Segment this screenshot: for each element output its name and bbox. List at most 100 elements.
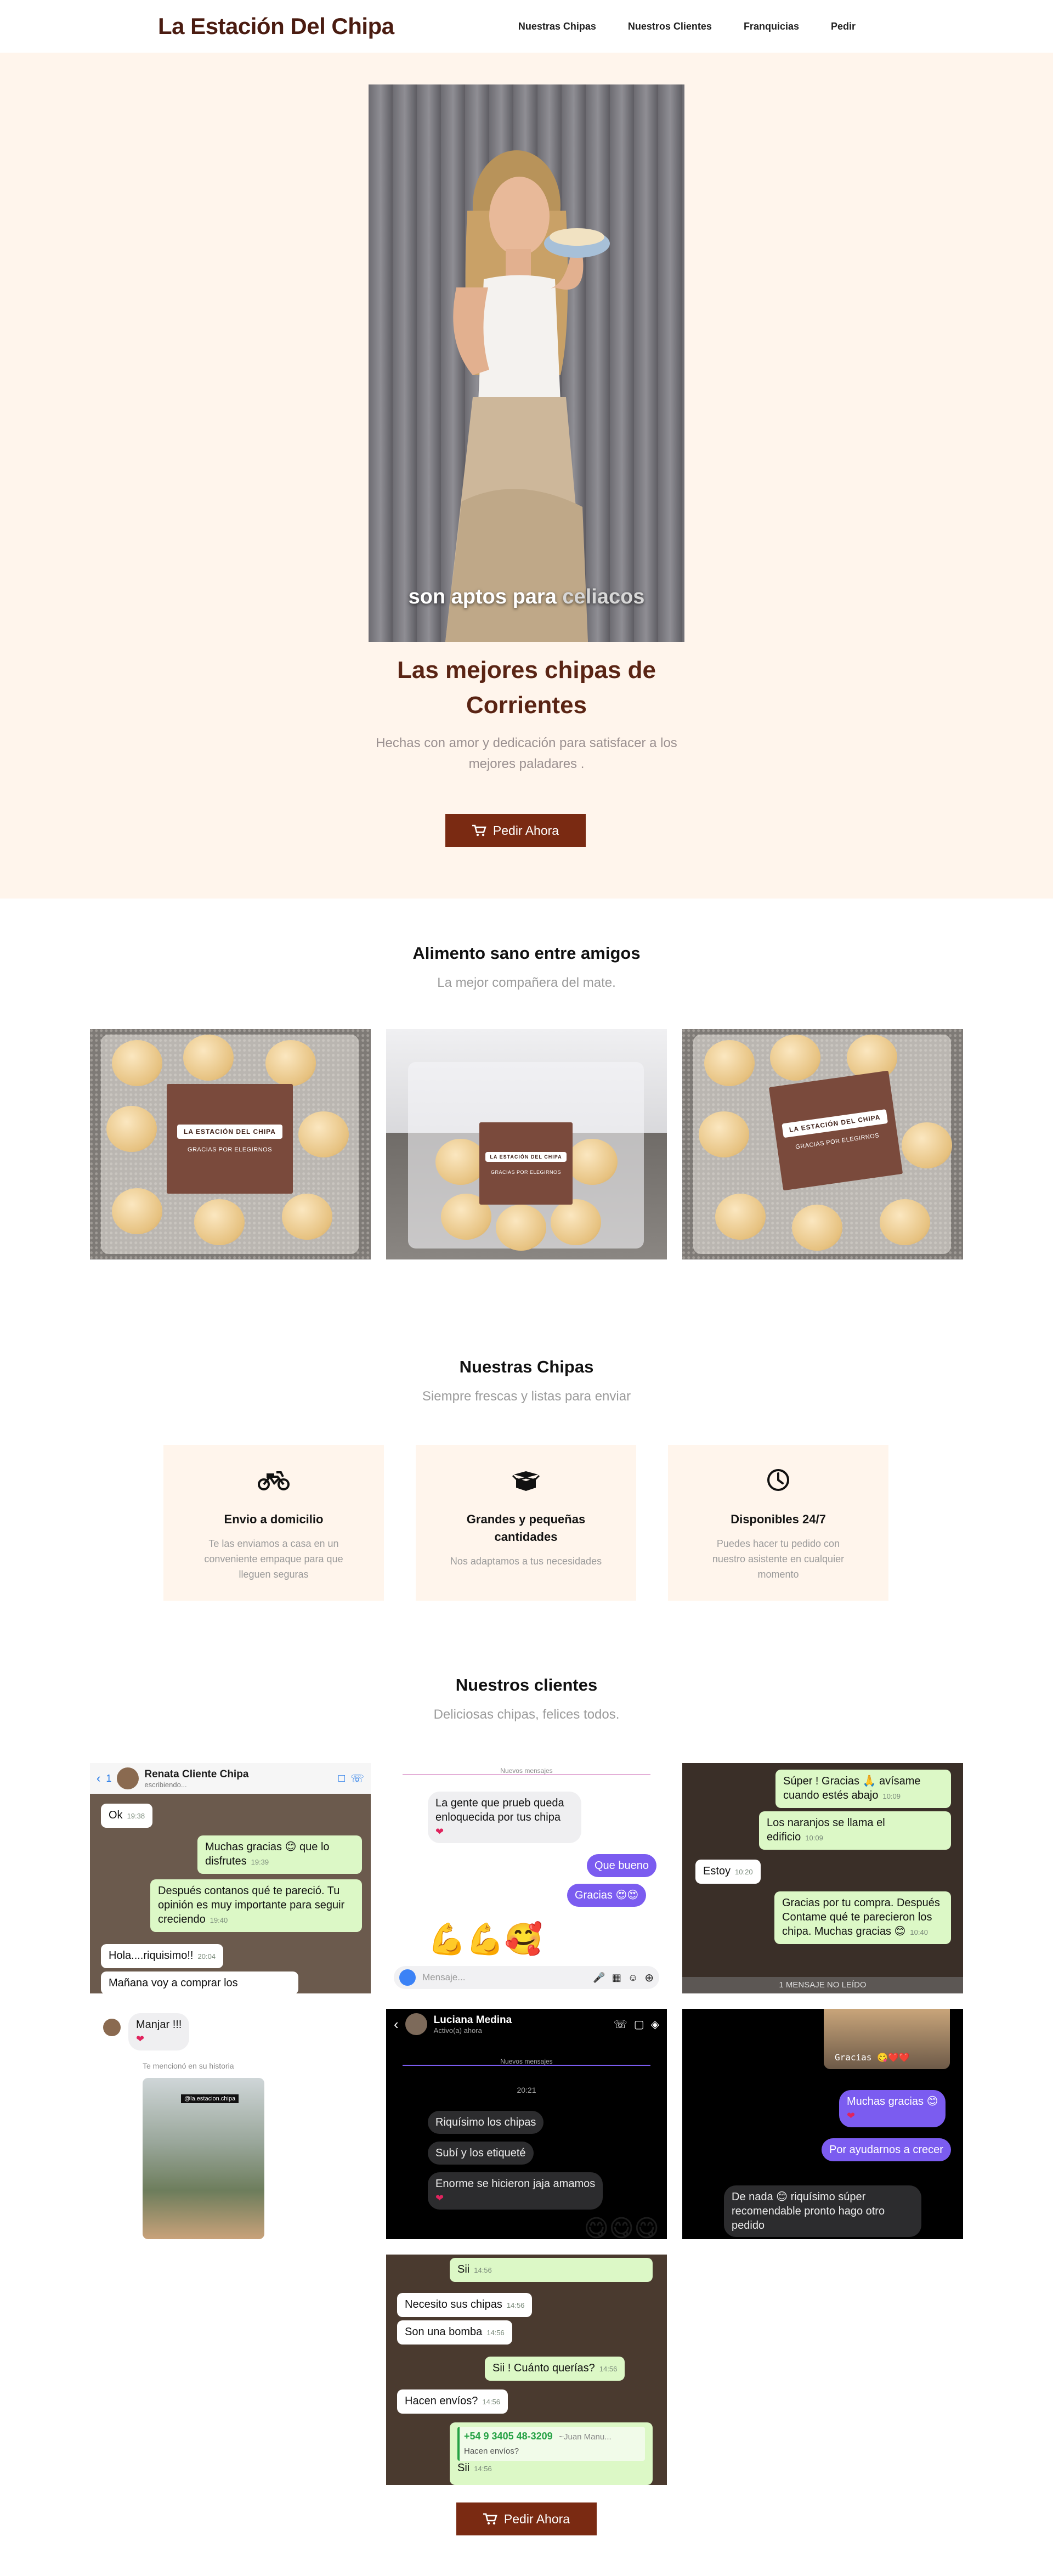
testimonial-screenshot: ‹ Luciana Medina Activo(a) ahora ☏ ▢ ◈ N… xyxy=(386,2009,667,2239)
avatar xyxy=(117,1767,139,1789)
quoted-chat-message: +54 9 3405 48-3209 ~Juan Manu... Hacen e… xyxy=(450,2422,653,2485)
microphone-icon[interactable]: 🎤 xyxy=(593,1972,605,1984)
chat-message: Gracias 😍😍 xyxy=(567,1884,647,1907)
clients-section: Nuestros clientes Deliciosas chipas, fel… xyxy=(0,1675,1053,2485)
video-call-icon: □ xyxy=(338,1772,345,1784)
chat-message: Súper ! Gracias 🙏 avísame cuando estés a… xyxy=(775,1770,951,1808)
features-subtitle: Siempre frescas y listas para enviar xyxy=(422,1389,631,1404)
message-composer[interactable]: Mensaje... 🎤 ▦ ☺ ⊕ xyxy=(394,1966,659,1989)
products-subtitle: La mejor compañera del mate. xyxy=(437,975,616,990)
clock-icon xyxy=(767,1469,789,1491)
products-title: Alimento sano entre amigos xyxy=(412,944,641,963)
hero-video[interactable]: son aptos para celiacos xyxy=(369,84,684,642)
chat-message: Estoy 10:20 xyxy=(695,1860,761,1884)
chat-message: Mañana voy a comprar los xyxy=(101,1971,298,1993)
hero-subtitle: Hechas con amor y dedicación para satisf… xyxy=(376,736,677,771)
product-label: LA ESTACIÓN DEL CHIPA GRACIAS POR ELEGIR… xyxy=(768,1070,903,1191)
motorcycle-icon xyxy=(258,1471,290,1490)
chat-message: Sii 14:56 xyxy=(450,2258,653,2282)
back-icon: ‹ xyxy=(97,1771,101,1785)
chat-message: Enorme se hicieron jaja amamos ❤ xyxy=(428,2172,603,2210)
product-photo: LA ESTACIÓN DEL CHIPA GRACIAS POR ELEGIR… xyxy=(90,1029,371,1259)
chat-message: Sii ! Cuánto querías? 14:56 xyxy=(485,2357,625,2381)
product-label: LA ESTACIÓN DEL CHIPA GRACIAS POR ELEGIR… xyxy=(479,1122,573,1205)
chat-message: Gracias por tu compra. Después Contame q… xyxy=(774,1891,951,1944)
back-icon[interactable]: ‹ xyxy=(394,2016,399,2033)
quoted-message: +54 9 3405 48-3209 ~Juan Manu... Hacen e… xyxy=(457,2427,645,2461)
testimonial-screenshot: ‹ 1 Renata Cliente Chipa escribiendo... … xyxy=(90,1763,371,1993)
new-messages-divider: Nuevos mensajes xyxy=(403,2058,650,2066)
cart-icon xyxy=(483,2513,497,2525)
chat-message: De nada 😊 riquísimo súper recomendable p… xyxy=(724,2185,921,2237)
testimonial-screenshot: Sii 14:56 Necesito sus chipas 14:56 Son un… xyxy=(386,2255,667,2485)
order-now-button-bottom[interactable]: Pedir Ahora xyxy=(456,2502,597,2535)
testimonial-screenshot: Súper ! Gracias 🙏 avísame cuando estés a… xyxy=(682,1763,963,1993)
site-header: La Estación Del Chipa Nuestras Chipas Nu… xyxy=(0,0,1053,53)
feature-cards: Envio a domicilio Te las enviamos a casa… xyxy=(163,1445,888,1601)
product-photo: LA ESTACIÓN DEL CHIPA GRACIAS POR ELEGIR… xyxy=(386,1029,667,1259)
chat-message: Los naranjos se llama el edificio 10:09 xyxy=(759,1811,951,1850)
landing-page: La Estación Del Chipa Nuestras Chipas Nu… xyxy=(0,0,1053,2576)
nav-link-chipas[interactable]: Nuestras Chipas xyxy=(518,21,596,32)
chat-message: La gente que prueb queda enloquecida por… xyxy=(428,1792,581,1843)
hero-title: Las mejores chipas de Corrientes xyxy=(397,657,656,719)
features-title: Nuestras Chipas xyxy=(459,1357,594,1376)
chat-message: Riquísimo los chipas xyxy=(428,2111,544,2134)
video-call-icon[interactable]: ▢ xyxy=(634,2018,644,2031)
testimonial-screenshot: Manjar !!! ❤ Te mencionó en su historia @… xyxy=(90,2009,371,2239)
video-caption: son aptos para celiacos xyxy=(408,585,645,608)
chat-message: Son una bomba 14:56 xyxy=(397,2320,512,2345)
chat-message: Necesito sus chipas 14:56 xyxy=(397,2293,533,2317)
unread-banner: 1 MENSAJE NO LEÍDO xyxy=(682,1977,963,1993)
message-input[interactable]: Mensaje... xyxy=(422,1972,465,1983)
chat-message: Después contanos qué te pareció. Tu opin… xyxy=(150,1879,362,1932)
sticker-icon[interactable]: ☺ xyxy=(628,1972,638,1984)
box-icon xyxy=(512,1471,540,1491)
timestamp: 20:21 xyxy=(517,2086,536,2094)
testimonial-screenshot: Nuevos mensajes La gente que prueb queda… xyxy=(386,1763,667,1993)
chat-message: Hacen envíos? 14:56 xyxy=(397,2389,508,2414)
nav-link-pedir[interactable]: Pedir xyxy=(831,21,856,32)
chat-message: Por ayudarnos a crecer xyxy=(822,2138,951,2161)
tag-icon[interactable]: ◈ xyxy=(651,2018,659,2031)
nav-link-clientes[interactable]: Nuestros Clientes xyxy=(628,21,712,32)
feature-card-quantities: Grandes y pequeñas cantidades Nos adapta… xyxy=(416,1445,636,1601)
emoji-message: 💪💪🥰 xyxy=(428,1922,543,1956)
phone-icon[interactable]: ☏ xyxy=(614,2018,627,2031)
story-reply-preview[interactable]: Gracias 😋❤️❤️ xyxy=(824,2009,950,2069)
chat-message: Hola....riquisimo!! 20:04 xyxy=(101,1944,224,1968)
camera-icon[interactable] xyxy=(399,1969,416,1986)
avatar xyxy=(103,2019,121,2036)
gallery-icon[interactable]: ▦ xyxy=(612,1972,621,1984)
story-mention-label: Te mencionó en su historia xyxy=(143,2061,234,2070)
feature-card-delivery: Envio a domicilio Te las enviamos a casa… xyxy=(163,1445,384,1601)
hero-section: son aptos para celiacos Las mejores chip… xyxy=(0,53,1053,899)
product-photo: LA ESTACIÓN DEL CHIPA GRACIAS POR ELEGIR… xyxy=(682,1029,963,1259)
story-preview[interactable]: @la.estacion.chipa xyxy=(143,2078,264,2239)
clients-subtitle: Deliciosas chipas, felices todos. xyxy=(433,1707,620,1722)
chat-message: Que bueno xyxy=(587,1854,656,1877)
product-gallery: LA ESTACIÓN DEL CHIPA GRACIAS POR ELEGIR… xyxy=(90,1029,963,1259)
clients-title: Nuestros clientes xyxy=(455,1675,598,1694)
feature-card-availability: Disponibles 24/7 Puedes hacer tu pedido … xyxy=(668,1445,888,1601)
chat-header: ‹ 1 Renata Cliente Chipa escribiendo... … xyxy=(90,1763,371,1794)
emoji-reactions: 😋😋😋 xyxy=(584,2215,659,2239)
new-messages-divider: Nuevos mensajes xyxy=(403,1767,650,1775)
add-icon[interactable]: ⊕ xyxy=(644,1971,654,1985)
chat-message: Manjar !!! ❤ xyxy=(128,2013,190,2050)
brand-logo[interactable]: La Estación Del Chipa xyxy=(158,13,394,39)
products-section: Alimento sano entre amigos La mejor comp… xyxy=(0,944,1053,1259)
chat-message: Ok 19:38 xyxy=(101,1804,153,1828)
main-nav: Nuestras Chipas Nuestros Clientes Franqu… xyxy=(518,21,856,32)
features-section: Nuestras Chipas Siempre frescas y listas… xyxy=(0,1357,1053,1601)
product-label: LA ESTACIÓN DEL CHIPA GRACIAS POR ELEGIR… xyxy=(167,1084,293,1194)
chat-header: ‹ Luciana Medina Activo(a) ahora ☏ ▢ ◈ xyxy=(394,2013,659,2035)
chat-message: Muchas gracias 😊 que lo disfrutes 19:39 xyxy=(197,1835,362,1874)
woman-eating-chipa-image xyxy=(445,150,610,642)
nav-link-franquicias[interactable]: Franquicias xyxy=(744,21,799,32)
avatar xyxy=(405,2013,427,2035)
cart-icon xyxy=(472,824,486,837)
phone-icon: ☏ xyxy=(350,1772,364,1785)
testimonial-screenshot: Gracias 😋❤️❤️ Muchas gracias 😊 ❤ Por ayud… xyxy=(682,2009,963,2239)
order-now-button[interactable]: Pedir Ahora xyxy=(445,814,586,847)
